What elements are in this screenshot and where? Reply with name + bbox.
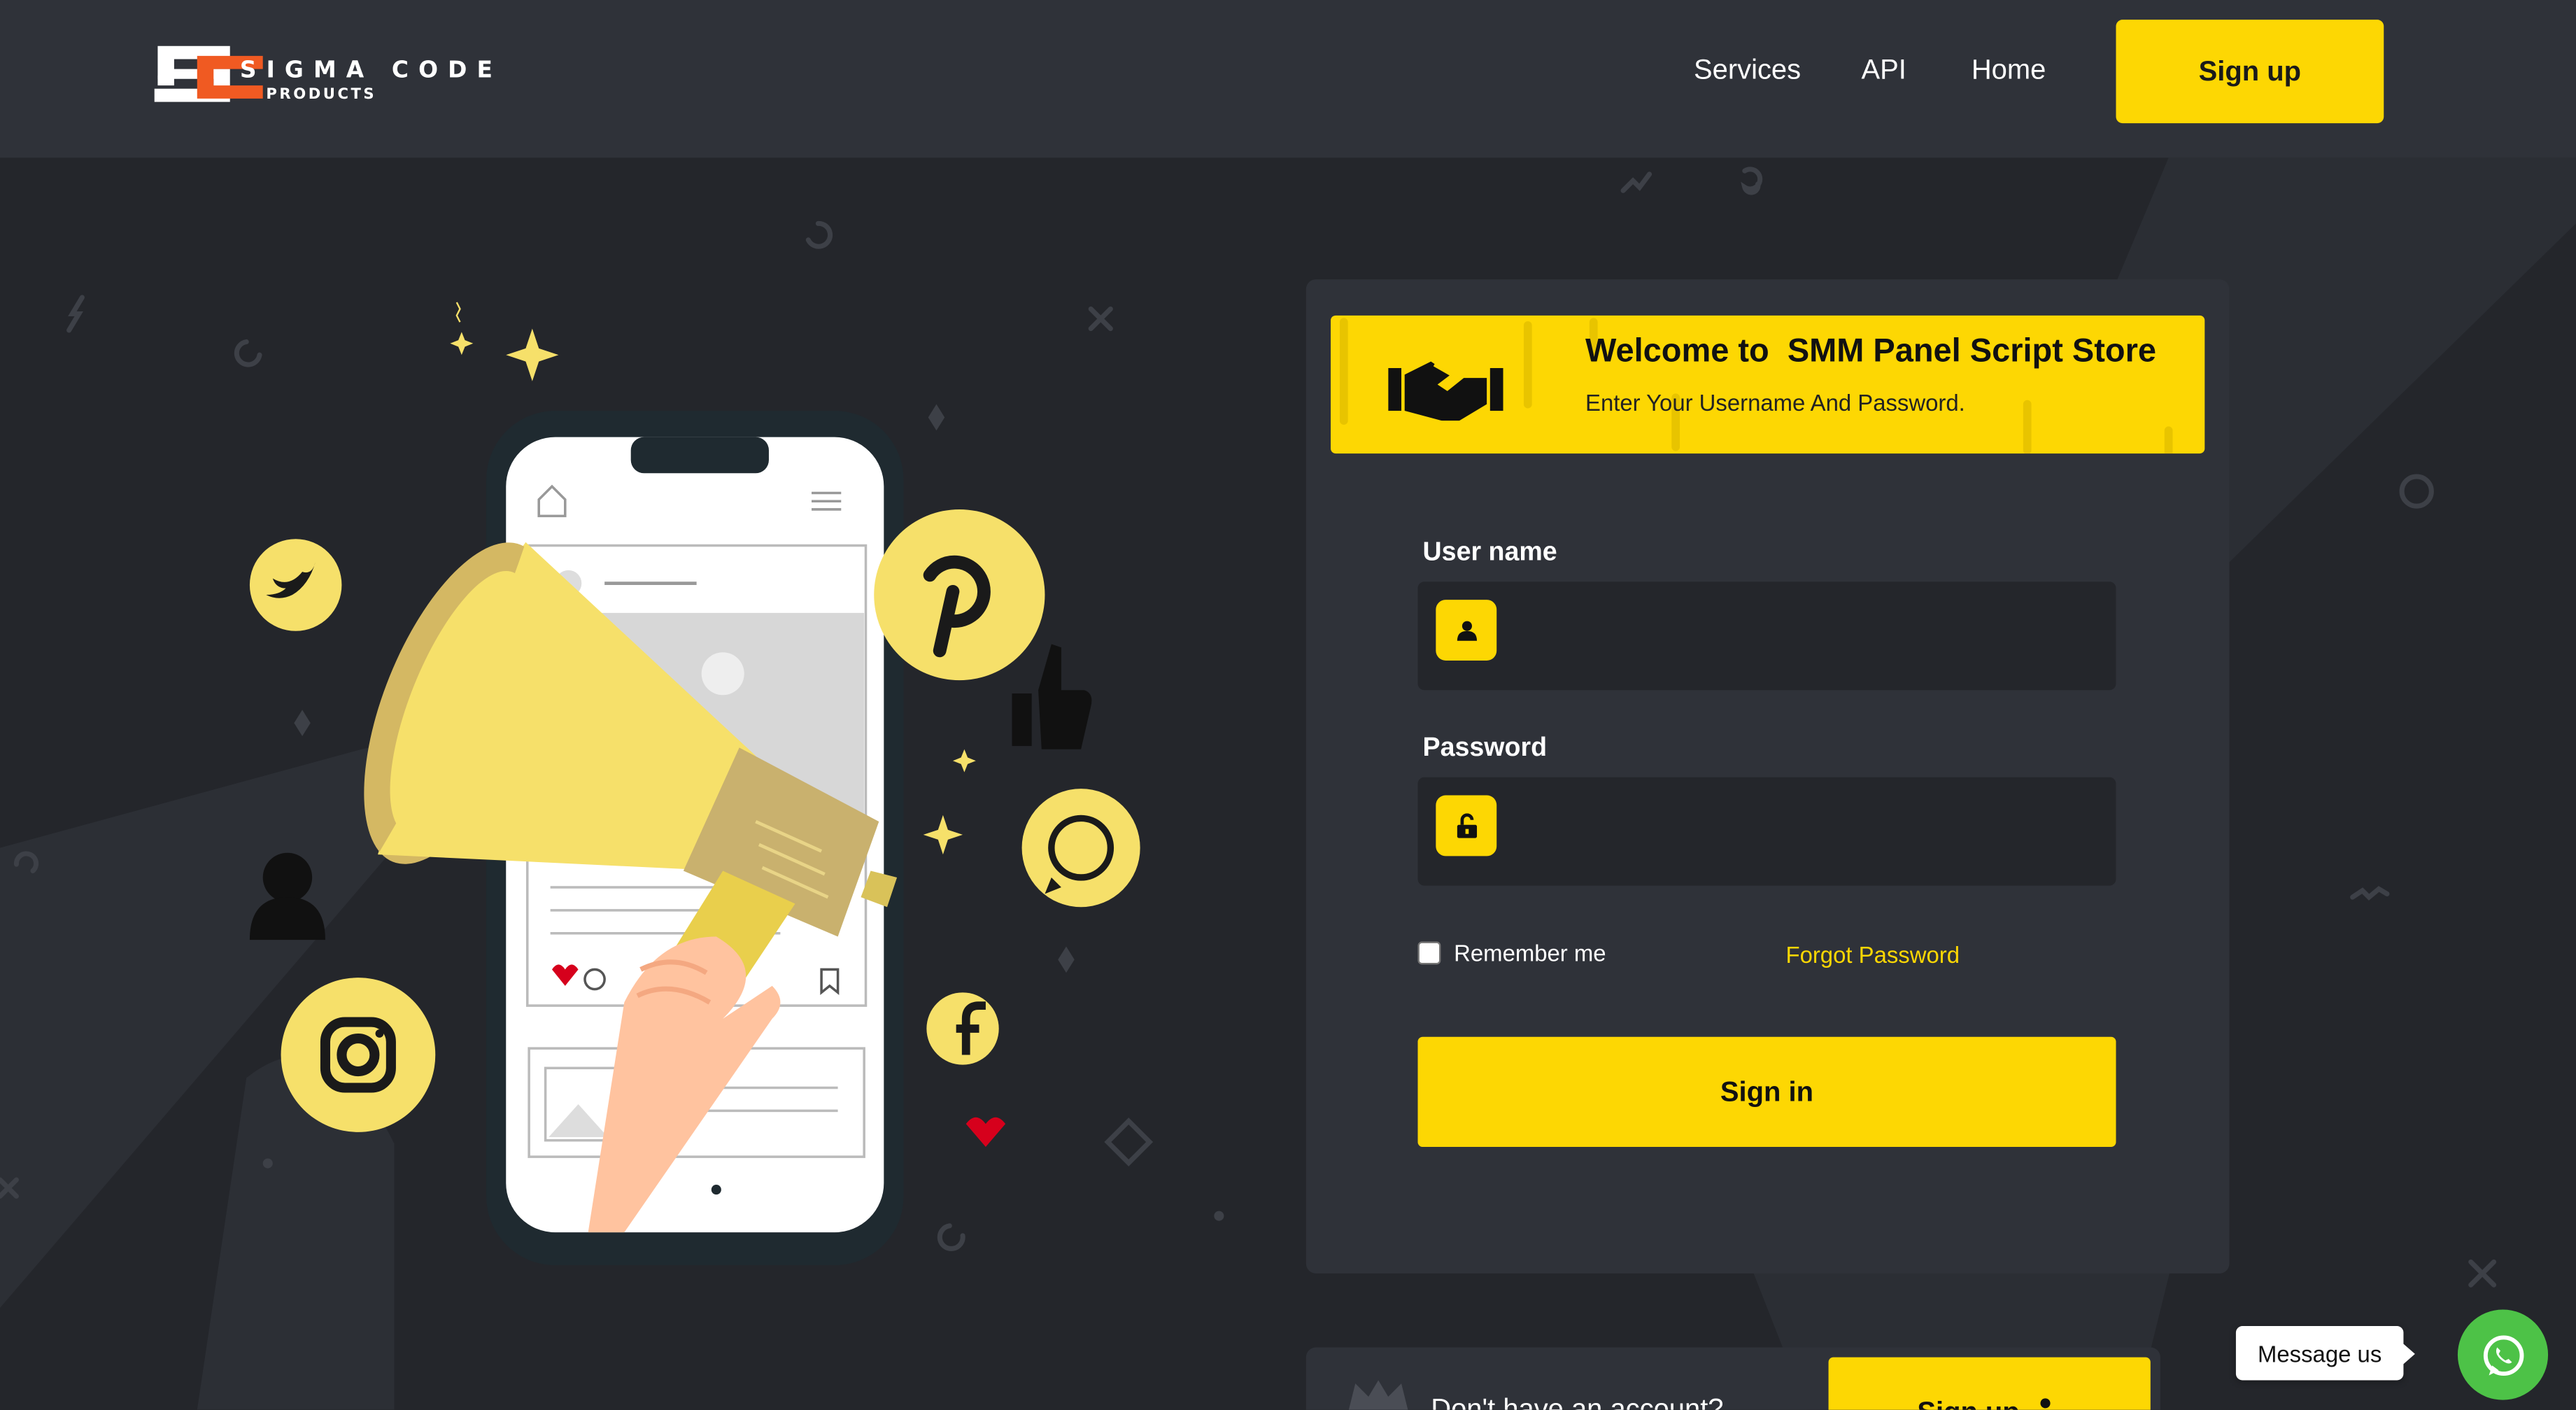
brand-name: SIGMA CODE xyxy=(239,57,503,84)
welcome-banner: Welcome to SMM Panel Script Store Enter … xyxy=(1331,315,2205,454)
username-label: User name xyxy=(1422,539,1557,567)
remember-checkbox[interactable] xyxy=(1417,941,1441,965)
signup-prompt-text: Don't have an account? xyxy=(1431,1393,1724,1410)
nav-services-link[interactable]: Services xyxy=(1694,54,1801,87)
password-label: Password xyxy=(1422,734,1548,763)
signin-button[interactable]: Sign in xyxy=(1417,1036,2116,1148)
password-input[interactable] xyxy=(1516,794,2098,870)
username-input[interactable] xyxy=(1516,598,2098,674)
welcome-title: Welcome to SMM Panel Script Store xyxy=(1585,333,2156,370)
password-field xyxy=(1417,777,2116,886)
welcome-subtitle: Enter Your Username And Password. xyxy=(1585,389,1965,416)
user-plus-icon xyxy=(2040,1398,2051,1409)
top-navbar: SIGMA CODE PRODUCTS Services API Home Si… xyxy=(0,0,2576,158)
handshake-icon xyxy=(1388,361,1503,421)
whatsapp-chat-button[interactable] xyxy=(2457,1309,2549,1400)
user-icon xyxy=(1436,600,1497,661)
remember-label: Remember me xyxy=(1454,940,1606,966)
login-card: Welcome to SMM Panel Script Store Enter … xyxy=(1305,279,2230,1274)
nav-home-link[interactable]: Home xyxy=(1972,54,2046,87)
message-us-bubble[interactable]: Message us xyxy=(2235,1325,2415,1381)
header-signup-button[interactable]: Sign up xyxy=(2116,20,2384,124)
bottom-signup-label: Sign up xyxy=(1917,1397,2019,1410)
marketing-illustration xyxy=(249,302,1140,1266)
signup-prompt-card: Don't have an account? Sign up xyxy=(1305,1347,2160,1410)
username-field xyxy=(1417,581,2116,691)
crown-icon xyxy=(1348,1380,1408,1410)
remember-me[interactable]: Remember me xyxy=(1417,940,1606,966)
whatsapp-icon xyxy=(2482,1334,2524,1375)
brand-subtitle: PRODUCTS xyxy=(266,87,377,104)
forgot-password-link[interactable]: Forgot Password xyxy=(1785,942,1960,968)
nav-api-link[interactable]: API xyxy=(1862,54,1906,87)
page: SIGMA CODE PRODUCTS Services API Home Si… xyxy=(0,0,2576,1410)
bottom-signup-button[interactable]: Sign up xyxy=(1828,1357,2151,1410)
unlock-icon xyxy=(1436,795,1497,856)
